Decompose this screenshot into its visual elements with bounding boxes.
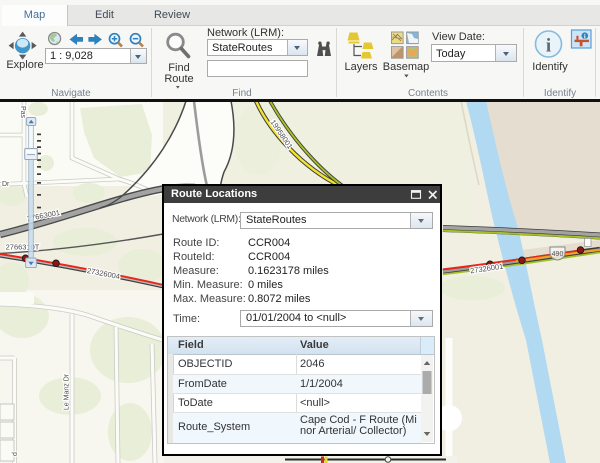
svg-text:i: i — [584, 33, 586, 40]
svg-text:Pas: Pas — [19, 106, 26, 119]
svg-text:i: i — [546, 36, 551, 57]
svg-text:Le Manz Dr: Le Manz Dr — [64, 373, 71, 410]
svg-text:2766310T: 2766310T — [6, 243, 40, 252]
svg-text:d: d — [12, 452, 19, 456]
svg-text:490: 490 — [552, 251, 564, 258]
svg-text:Dr: Dr — [2, 181, 10, 188]
